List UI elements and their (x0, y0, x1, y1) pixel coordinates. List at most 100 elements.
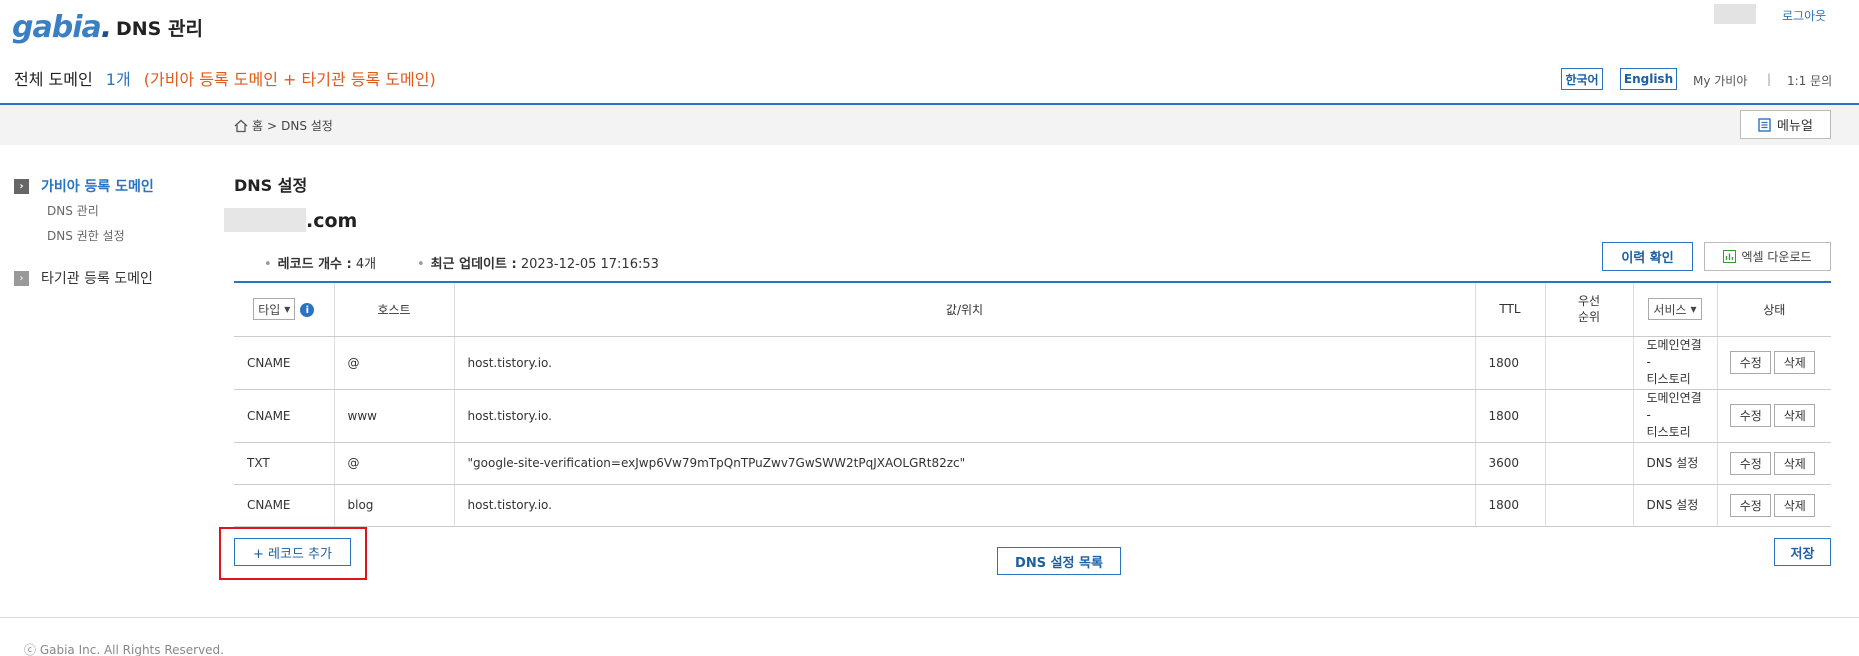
breadcrumb-current: DNS 설정 (281, 119, 333, 133)
cell-host: @ (333, 442, 454, 485)
cell-actions: 수정 삭제 (1716, 336, 1831, 390)
chevron-right-icon: › (14, 270, 29, 286)
cell-value: "google-site-verification=exJwp6Vw79mTpQ… (453, 442, 1475, 485)
save-button[interactable]: 저장 (1774, 538, 1831, 566)
domain-summary-label: 전체 도메인 (14, 70, 93, 89)
logo-text: gabia (12, 10, 102, 45)
column-header-priority: 우선 순위 (1544, 282, 1633, 337)
delete-button[interactable]: 삭제 (1774, 351, 1816, 374)
sidebar-item-label: 타기관 등록 도메인 (41, 271, 153, 287)
service-line2: 티스토리 (1646, 372, 1691, 386)
cell-service: DNS 설정 (1632, 442, 1717, 485)
cell-value: host.tistory.io. (453, 389, 1475, 443)
type-filter-select[interactable]: 타입 ▾ (253, 298, 296, 321)
sidebar-subitem-dns-manage[interactable]: DNS 관리 (47, 202, 99, 219)
edit-button[interactable]: 수정 (1730, 351, 1772, 374)
domain-count[interactable]: 1개 (106, 70, 131, 89)
history-button[interactable]: 이력 확인 (1602, 242, 1693, 271)
service-line1: 도메인연결 - (1646, 338, 1702, 369)
table-row: CNAME www host.tistory.io. 1800 도메인연결 - 티… (234, 389, 1831, 443)
domain-summary-desc: (가비아 등록 도메인 + 타기관 등록 도메인) (143, 70, 436, 89)
logo-dot: . (100, 10, 112, 45)
footer-divider (0, 617, 1859, 618)
footer-copyright: ⓒ Gabia Inc. All Rights Reserved. (24, 643, 224, 656)
info-icon[interactable]: i (300, 303, 315, 318)
edit-button[interactable]: 수정 (1730, 451, 1772, 475)
table-row: TXT @ "google-site-verification=exJwp6Vw… (234, 442, 1831, 485)
user-name-redacted (1714, 4, 1756, 24)
last-updated-label: 최근 업데이트 : (430, 257, 517, 272)
service-line1: 도메인연결 - (1646, 391, 1702, 422)
cell-value: host.tistory.io. (453, 484, 1475, 527)
cell-type: CNAME (234, 484, 334, 527)
excel-download-label: 엑셀 다운로드 (1741, 250, 1812, 264)
sidebar-item-label: 가비아 등록 도메인 (41, 179, 154, 195)
cell-actions: 수정 삭제 (1716, 484, 1831, 527)
dns-list-button[interactable]: DNS 설정 목록 (997, 547, 1121, 575)
cell-value: host.tistory.io. (453, 336, 1475, 390)
chevron-down-icon: ▾ (1690, 302, 1697, 317)
breadcrumb-home[interactable]: 홈 (252, 117, 263, 134)
add-record-button[interactable]: + 레코드 추가 (234, 538, 351, 566)
edit-button[interactable]: 수정 (1730, 493, 1772, 517)
cell-priority (1544, 336, 1633, 390)
edit-button[interactable]: 수정 (1730, 404, 1772, 427)
my-gabia-link[interactable]: My 가비아 (1693, 72, 1747, 89)
service-select-label: 서비스 (1653, 302, 1687, 317)
chevron-down-icon: ▾ (284, 302, 291, 317)
sidebar-item-gabia-domains[interactable]: › 가비아 등록 도메인 (14, 176, 154, 196)
excel-icon (1723, 250, 1737, 263)
document-icon (1758, 117, 1771, 132)
sidebar-item-other-domains[interactable]: › 타기관 등록 도메인 (14, 268, 153, 288)
cell-host: blog (333, 484, 454, 527)
service-filter-select[interactable]: 서비스 ▾ (1648, 298, 1702, 321)
last-updated-value: 2023-12-05 17:16:53 (520, 257, 659, 272)
record-count-value: 4개 (355, 257, 377, 272)
home-icon[interactable] (234, 119, 248, 133)
cell-host: @ (333, 336, 454, 390)
delete-button[interactable]: 삭제 (1774, 493, 1816, 517)
record-count: • 레코드 개수 : 4개 (264, 253, 376, 272)
lang-english-button[interactable]: English (1620, 68, 1677, 90)
column-header-value: 값/위치 (453, 282, 1475, 337)
bullet: • (417, 257, 425, 272)
cell-ttl: 1800 (1474, 336, 1545, 390)
delete-button[interactable]: 삭제 (1774, 404, 1816, 427)
cell-ttl: 1800 (1474, 389, 1545, 443)
cell-priority (1544, 442, 1633, 485)
bullet: • (264, 257, 272, 272)
chevron-right-icon: › (14, 178, 29, 194)
cell-ttl: 3600 (1474, 442, 1545, 485)
dns-record-table: 타입 ▾ i 호스트 값/위치 TTL 우선 순위 서비스 ▾ 상태 CNAME @ h… (234, 281, 1831, 527)
breadcrumb: 홈 > DNS 설정 (234, 117, 333, 134)
cell-host: www (333, 389, 454, 443)
excel-download-button[interactable]: 엑셀 다운로드 (1704, 242, 1831, 271)
priority-line1: 우선 (1577, 294, 1601, 309)
cell-service: 도메인연결 - 티스토리 (1632, 389, 1717, 443)
top-link-separator: | (1767, 72, 1772, 86)
delete-button[interactable]: 삭제 (1774, 451, 1816, 475)
page-title: DNS 설정 (234, 176, 308, 195)
table-row: CNAME blog host.tistory.io. 1800 DNS 설정 … (234, 484, 1831, 527)
type-select-label: 타입 (258, 302, 281, 317)
domain-name-redacted (224, 208, 306, 232)
inquiry-link[interactable]: 1:1 문의 (1787, 72, 1832, 89)
cell-type: CNAME (234, 389, 334, 443)
manual-button[interactable]: 메뉴얼 (1740, 110, 1831, 139)
column-header-service: 서비스 ▾ (1632, 282, 1717, 337)
table-row: CNAME @ host.tistory.io. 1800 도메인연결 - 티스토… (234, 336, 1831, 390)
sidebar-subitem-dns-permission[interactable]: DNS 권한 설정 (47, 227, 125, 244)
domain-name: .com (306, 210, 358, 232)
lang-korean-button[interactable]: 한국어 (1561, 68, 1603, 90)
domain-summary: 전체 도메인 1개 (가비아 등록 도메인 + 타기관 등록 도메인) (14, 66, 436, 90)
priority-line2: 순위 (1577, 310, 1601, 325)
gabia-logo[interactable]: gabia. (12, 10, 112, 45)
cell-priority (1544, 389, 1633, 443)
column-header-status: 상태 (1716, 282, 1831, 337)
cell-service: 도메인연결 - 티스토리 (1632, 336, 1717, 390)
breadcrumb-sep: > (267, 118, 278, 133)
record-count-label: 레코드 개수 : (277, 257, 352, 272)
manual-label: 메뉴얼 (1777, 119, 1813, 134)
logout-link[interactable]: 로그아웃 (1782, 7, 1826, 24)
column-header-host: 호스트 (333, 282, 454, 337)
